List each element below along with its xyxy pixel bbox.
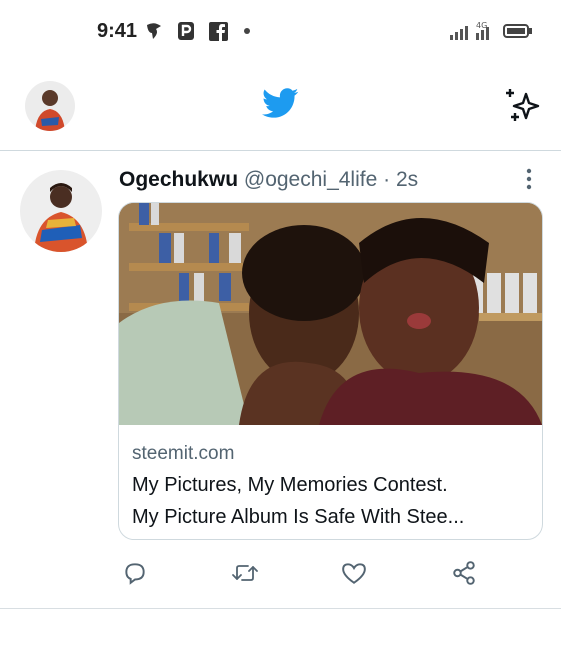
card-title-line-1: My Pictures, My Memories Contest.	[132, 474, 448, 496]
retweet-icon[interactable]	[230, 558, 260, 588]
card-title-line-2: My Picture Album Is Safe With Stee...	[132, 506, 465, 528]
card-domain: steemit.com	[132, 443, 235, 464]
reply-icon[interactable]	[120, 558, 150, 588]
link-preview-card[interactable]: steemit.com My Pictures, My Memories Con…	[118, 202, 543, 540]
more-options-icon[interactable]	[521, 167, 537, 191]
app-header	[0, 62, 561, 151]
share-icon[interactable]	[449, 558, 479, 588]
twitter-bird-icon[interactable]	[262, 88, 299, 124]
p-icon	[176, 20, 196, 42]
tweet-actions	[0, 558, 561, 588]
tweet-header: Ogechukwu @ogechi_4life · 2s	[119, 168, 418, 192]
facebook-icon	[208, 20, 228, 42]
card-image	[119, 203, 542, 425]
battery-icon	[503, 20, 533, 42]
status-time: 9:41	[97, 20, 138, 42]
meta-separator: ·	[383, 168, 391, 191]
author-handle[interactable]: @ogechi_4life	[244, 168, 377, 191]
author-avatar[interactable]	[20, 170, 102, 252]
tweet-timestamp[interactable]: 2s	[396, 168, 418, 191]
tweet[interactable]: Ogechukwu @ogechi_4life · 2s steemit.com…	[0, 151, 561, 609]
profile-avatar[interactable]	[25, 81, 75, 131]
status-bar: 9:41 4G	[0, 0, 561, 62]
app-notification-icon	[143, 20, 165, 42]
like-icon[interactable]	[339, 558, 369, 588]
dot-icon	[244, 28, 250, 34]
author-name[interactable]: Ogechukwu	[119, 168, 238, 191]
card-title: My Pictures, My Memories Contest. My Pic…	[132, 469, 532, 533]
network-label: 4G	[476, 21, 487, 30]
sparkle-icon[interactable]	[504, 86, 542, 129]
signal-4g-icon: 4G	[449, 20, 495, 42]
